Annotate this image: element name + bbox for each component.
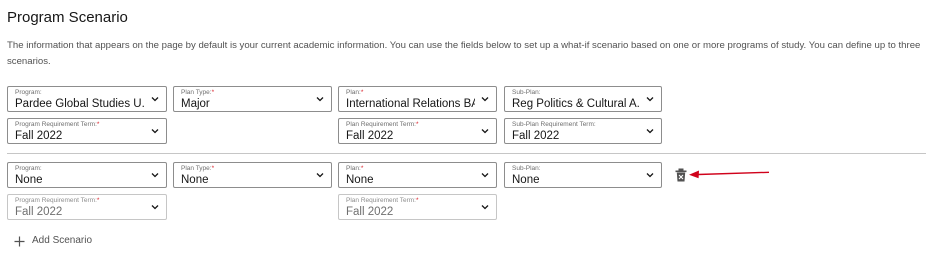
chevron-down-icon <box>481 205 489 210</box>
field-value: Major <box>181 98 210 110</box>
field-label: Sub-Plan Requirement Term: <box>512 121 596 128</box>
field-value: None <box>181 174 209 186</box>
chevron-down-icon <box>151 129 159 134</box>
field-value: International Relations BA <box>346 98 475 110</box>
scenario1-plan-select[interactable]: Plan:* International Relations BA <box>338 86 497 112</box>
scenario1-sub-plan-select[interactable]: Sub-Plan: Reg Politics & Cultural A... <box>504 86 662 112</box>
page-title: Program Scenario <box>7 9 128 26</box>
scenario-divider <box>7 153 926 154</box>
field-label: Plan Type:* <box>181 89 215 96</box>
scenario2-program-term-select[interactable]: Program Requirement Term:* Fall 2022 <box>7 194 167 220</box>
scenario1-program-term-select[interactable]: Program Requirement Term:* Fall 2022 <box>7 118 167 144</box>
field-value: Pardee Global Studies U... <box>15 98 145 110</box>
field-value: None <box>15 174 43 186</box>
chevron-down-icon <box>316 173 324 178</box>
chevron-down-icon <box>646 129 654 134</box>
scenario2-sub-plan-select[interactable]: Sub-Plan: None <box>504 162 662 188</box>
add-scenario-label: Add Scenario <box>32 235 93 246</box>
field-label: Program Requirement Term:* <box>15 197 100 204</box>
field-label: Plan:* <box>346 89 364 96</box>
field-value: None <box>512 174 540 186</box>
scenario1-program-select[interactable]: Program: Pardee Global Studies U... <box>7 86 167 112</box>
chevron-down-icon <box>481 173 489 178</box>
page-description: The information that appears on the page… <box>7 40 921 67</box>
field-value: Fall 2022 <box>15 130 63 142</box>
scenario2-program-select[interactable]: Program: None <box>7 162 167 188</box>
field-value: Reg Politics & Cultural A... <box>512 98 640 110</box>
field-value: None <box>346 174 374 186</box>
annotation-arrow-icon <box>689 170 770 179</box>
scenario2-plan-select[interactable]: Plan:* None <box>338 162 497 188</box>
chevron-down-icon <box>316 97 324 102</box>
scenario2-plan-type-select[interactable]: Plan Type:* None <box>173 162 332 188</box>
field-value: Fall 2022 <box>346 130 394 142</box>
chevron-down-icon <box>481 97 489 102</box>
scenario1-plan-term-select[interactable]: Plan Requirement Term:* Fall 2022 <box>338 118 497 144</box>
scenario1-plan-type-select[interactable]: Plan Type:* Major <box>173 86 332 112</box>
field-label: Plan Requirement Term:* <box>346 121 419 128</box>
scenario2-plan-term-select[interactable]: Plan Requirement Term:* Fall 2022 <box>338 194 497 220</box>
chevron-down-icon <box>646 173 654 178</box>
field-label: Sub-Plan: <box>512 89 541 96</box>
field-label: Sub-Plan: <box>512 165 541 172</box>
field-label: Plan:* <box>346 165 364 172</box>
chevron-down-icon <box>151 173 159 178</box>
field-value: Fall 2022 <box>512 130 560 142</box>
scenario1-sub-plan-term-select[interactable]: Sub-Plan Requirement Term: Fall 2022 <box>504 118 662 144</box>
chevron-down-icon <box>481 129 489 134</box>
field-value: Fall 2022 <box>346 206 394 218</box>
plus-icon <box>14 236 25 247</box>
field-label: Program: <box>15 165 42 172</box>
chevron-down-icon <box>646 97 654 102</box>
field-value: Fall 2022 <box>15 206 63 218</box>
chevron-down-icon <box>151 97 159 102</box>
field-label: Program: <box>15 89 42 96</box>
field-label: Plan Type:* <box>181 165 215 172</box>
field-label: Plan Requirement Term:* <box>346 197 419 204</box>
trash-icon[interactable] <box>675 168 687 182</box>
field-label: Program Requirement Term:* <box>15 121 100 128</box>
add-scenario-button[interactable]: Add Scenario <box>14 235 124 249</box>
chevron-down-icon <box>151 205 159 210</box>
